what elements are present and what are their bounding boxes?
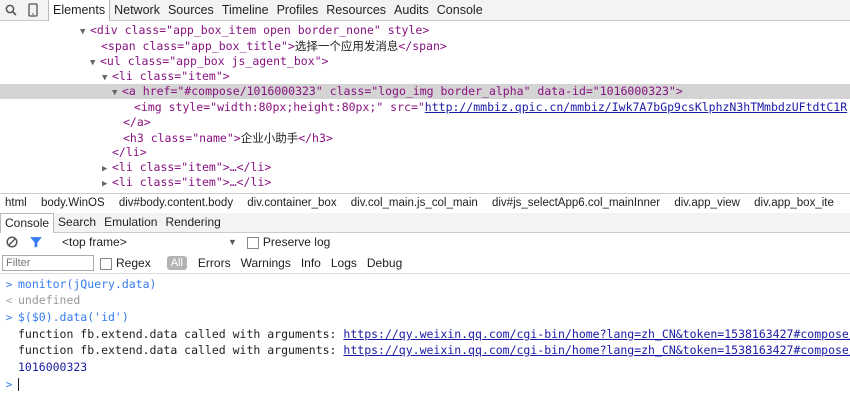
level-warnings-button[interactable]: Warnings bbox=[236, 256, 296, 270]
prompt-icon: > bbox=[5, 311, 13, 324]
image-src-link[interactable]: http://mmbiz.qpic.cn/mmbiz/Iwk7A7bGp9csK… bbox=[425, 100, 847, 114]
collapsed-triangle-icon[interactable]: ▶ bbox=[102, 162, 112, 175]
console-command: monitor(jQuery.data) bbox=[18, 277, 157, 291]
breadcrumb-item[interactable]: div.app_box_ite bbox=[749, 194, 840, 213]
dom-node-div-app-box-item[interactable]: ▼ <div class="app_box_item open border_no… bbox=[0, 23, 850, 38]
dom-node-a-selected[interactable]: ▼ <a href="#compose/1016000323" class="lo… bbox=[0, 84, 850, 99]
dom-node-text: <a href="#compose/1016000323" class="log… bbox=[122, 84, 683, 98]
dom-node-text: <div class="app_box_item open border_non… bbox=[90, 23, 430, 37]
tab-resources[interactable]: Resources bbox=[322, 0, 390, 20]
dom-node-li-collapsed[interactable]: ▶ <li class="item">…</li> bbox=[0, 160, 850, 175]
result-arrow-icon: < bbox=[5, 294, 13, 307]
dom-node-text: <li class="item"> bbox=[112, 69, 230, 83]
panel-tabs: Elements Network Sources Timeline Profil… bbox=[48, 0, 487, 21]
breadcrumb: html body.WinOS div#body.content.body di… bbox=[0, 193, 850, 214]
dom-node-text: </span> bbox=[398, 39, 447, 53]
console-log-message: 1016000323 bbox=[0, 359, 850, 375]
dom-node-content: 选择一个应用发消息 bbox=[294, 39, 399, 53]
dom-node-text: <li class="item">…</li> bbox=[112, 175, 272, 189]
dom-node-text: <img style="width:80px;height:80px;" src… bbox=[134, 100, 425, 114]
dom-node-a-close[interactable]: </a> bbox=[0, 115, 850, 130]
tab-profiles[interactable]: Profiles bbox=[273, 0, 323, 20]
collapsed-triangle-icon[interactable]: ▶ bbox=[102, 177, 112, 190]
clear-console-icon[interactable] bbox=[0, 236, 24, 248]
expand-triangle-icon[interactable]: ▼ bbox=[102, 71, 112, 84]
dom-node-text: </h3> bbox=[298, 131, 333, 145]
expand-triangle-icon[interactable]: ▼ bbox=[90, 56, 100, 69]
regex-label: Regex bbox=[116, 256, 151, 270]
breadcrumb-item[interactable]: div#js_selectApp6.col_mainInner bbox=[487, 194, 666, 213]
tab-elements[interactable]: Elements bbox=[48, 0, 111, 21]
breadcrumb-item[interactable]: div.app_view bbox=[669, 194, 746, 213]
device-mode-icon[interactable] bbox=[22, 0, 44, 20]
breadcrumb-item[interactable]: div.col_main.js_col_main bbox=[346, 194, 484, 213]
dom-node-content: 企业小助手 bbox=[240, 131, 299, 145]
breadcrumb-item[interactable]: div.container_box bbox=[242, 194, 342, 213]
drawer-tabs: Console Search Emulation Rendering bbox=[0, 212, 850, 233]
devtools-toolbar: Elements Network Sources Timeline Profil… bbox=[0, 0, 850, 21]
console-toolbar: <top frame> ▼ Preserve log bbox=[0, 233, 850, 251]
console-input-echo: > monitor(jQuery.data) bbox=[0, 276, 850, 292]
dom-node-li-close[interactable]: </li> bbox=[0, 145, 850, 160]
level-all-button[interactable]: All bbox=[166, 256, 187, 270]
frame-selector[interactable]: <top frame> bbox=[62, 235, 222, 249]
drawer-tab-console[interactable]: Console bbox=[0, 212, 55, 233]
preserve-log-checkbox[interactable]: Preserve log bbox=[246, 235, 331, 249]
drawer-tab-rendering[interactable]: Rendering bbox=[161, 213, 224, 232]
console-log-text: function fb.extend.data called with argu… bbox=[18, 343, 344, 357]
breadcrumb-item[interactable]: html bbox=[0, 194, 33, 213]
text-cursor bbox=[18, 378, 19, 391]
regex-checkbox[interactable]: Regex bbox=[100, 256, 151, 270]
console-command: $($0).data('id') bbox=[18, 310, 129, 324]
tab-sources[interactable]: Sources bbox=[164, 0, 218, 20]
console-result-value: undefined bbox=[18, 293, 81, 307]
drawer-tab-search[interactable]: Search bbox=[54, 213, 100, 232]
level-info-button[interactable]: Info bbox=[296, 256, 326, 270]
dom-node-h3-name[interactable]: <h3 class="name">企业小助手</h3> bbox=[0, 131, 850, 146]
tab-console[interactable]: Console bbox=[433, 0, 487, 20]
dom-tree: ▼ <div class="app_box_item open border_no… bbox=[0, 21, 850, 193]
tab-timeline[interactable]: Timeline bbox=[218, 0, 273, 20]
tab-audits[interactable]: Audits bbox=[390, 0, 433, 20]
dom-node-text: <span class="app_box_title"> bbox=[101, 39, 295, 53]
search-icon[interactable] bbox=[0, 0, 22, 20]
drawer-tab-emulation[interactable]: Emulation bbox=[100, 213, 161, 232]
dom-node-li-collapsed[interactable]: ▶ <li class="item">…</li> bbox=[0, 175, 850, 190]
dropdown-arrow-icon[interactable]: ▼ bbox=[228, 237, 237, 247]
breadcrumb-item[interactable]: body.WinOS bbox=[36, 194, 111, 213]
dom-node-text: <li class="item">…</li> bbox=[112, 160, 272, 174]
filter-input[interactable] bbox=[2, 255, 94, 271]
console-log-message: function fb.extend.data called with argu… bbox=[0, 326, 850, 342]
level-debug-button[interactable]: Debug bbox=[362, 256, 407, 270]
console-log-value: 1016000323 bbox=[18, 360, 88, 374]
level-logs-button[interactable]: Logs bbox=[326, 256, 362, 270]
dom-node-text: <h3 class="name"> bbox=[123, 131, 241, 145]
dom-node-img[interactable]: <img style="width:80px;height:80px;" src… bbox=[0, 100, 850, 115]
breadcrumb-item[interactable]: div#body.content.body bbox=[114, 194, 239, 213]
console-log-message: function fb.extend.data called with argu… bbox=[0, 342, 850, 358]
filter-icon[interactable] bbox=[24, 236, 48, 248]
preserve-log-label: Preserve log bbox=[262, 235, 331, 249]
prompt-icon: > bbox=[5, 378, 13, 391]
dom-node-ul-app-box[interactable]: ▼ <ul class="app_box js_agent_box"> bbox=[0, 54, 850, 69]
tab-network[interactable]: Network bbox=[110, 0, 164, 20]
expand-triangle-icon[interactable]: ▼ bbox=[112, 86, 122, 99]
console-log-link[interactable]: https://qy.weixin.qq.com/cgi-bin/home?la… bbox=[343, 327, 850, 341]
dom-node-li-item[interactable]: ▼ <li class="item"> bbox=[0, 69, 850, 84]
console-filter-bar: Regex All Errors Warnings Info Logs Debu… bbox=[0, 253, 850, 274]
expand-triangle-icon[interactable]: ▼ bbox=[80, 25, 90, 38]
console-input-echo: > $($0).data('id') bbox=[0, 309, 850, 325]
console-log-link[interactable]: https://qy.weixin.qq.com/cgi-bin/home?la… bbox=[343, 343, 850, 357]
prompt-icon: > bbox=[5, 278, 13, 291]
dom-node-span-app-box-title[interactable]: <span class="app_box_title">选择一个应用发消息</s… bbox=[0, 39, 850, 54]
dom-node-text: </li> bbox=[112, 145, 147, 159]
dom-node-text: <ul class="app_box js_agent_box"> bbox=[100, 54, 329, 68]
console-prompt[interactable]: > bbox=[0, 376, 850, 392]
console-result: < undefined bbox=[0, 292, 850, 308]
level-errors-button[interactable]: Errors bbox=[193, 256, 236, 270]
dom-node-text: </a> bbox=[123, 115, 151, 129]
console-log-text: function fb.extend.data called with argu… bbox=[18, 327, 344, 341]
